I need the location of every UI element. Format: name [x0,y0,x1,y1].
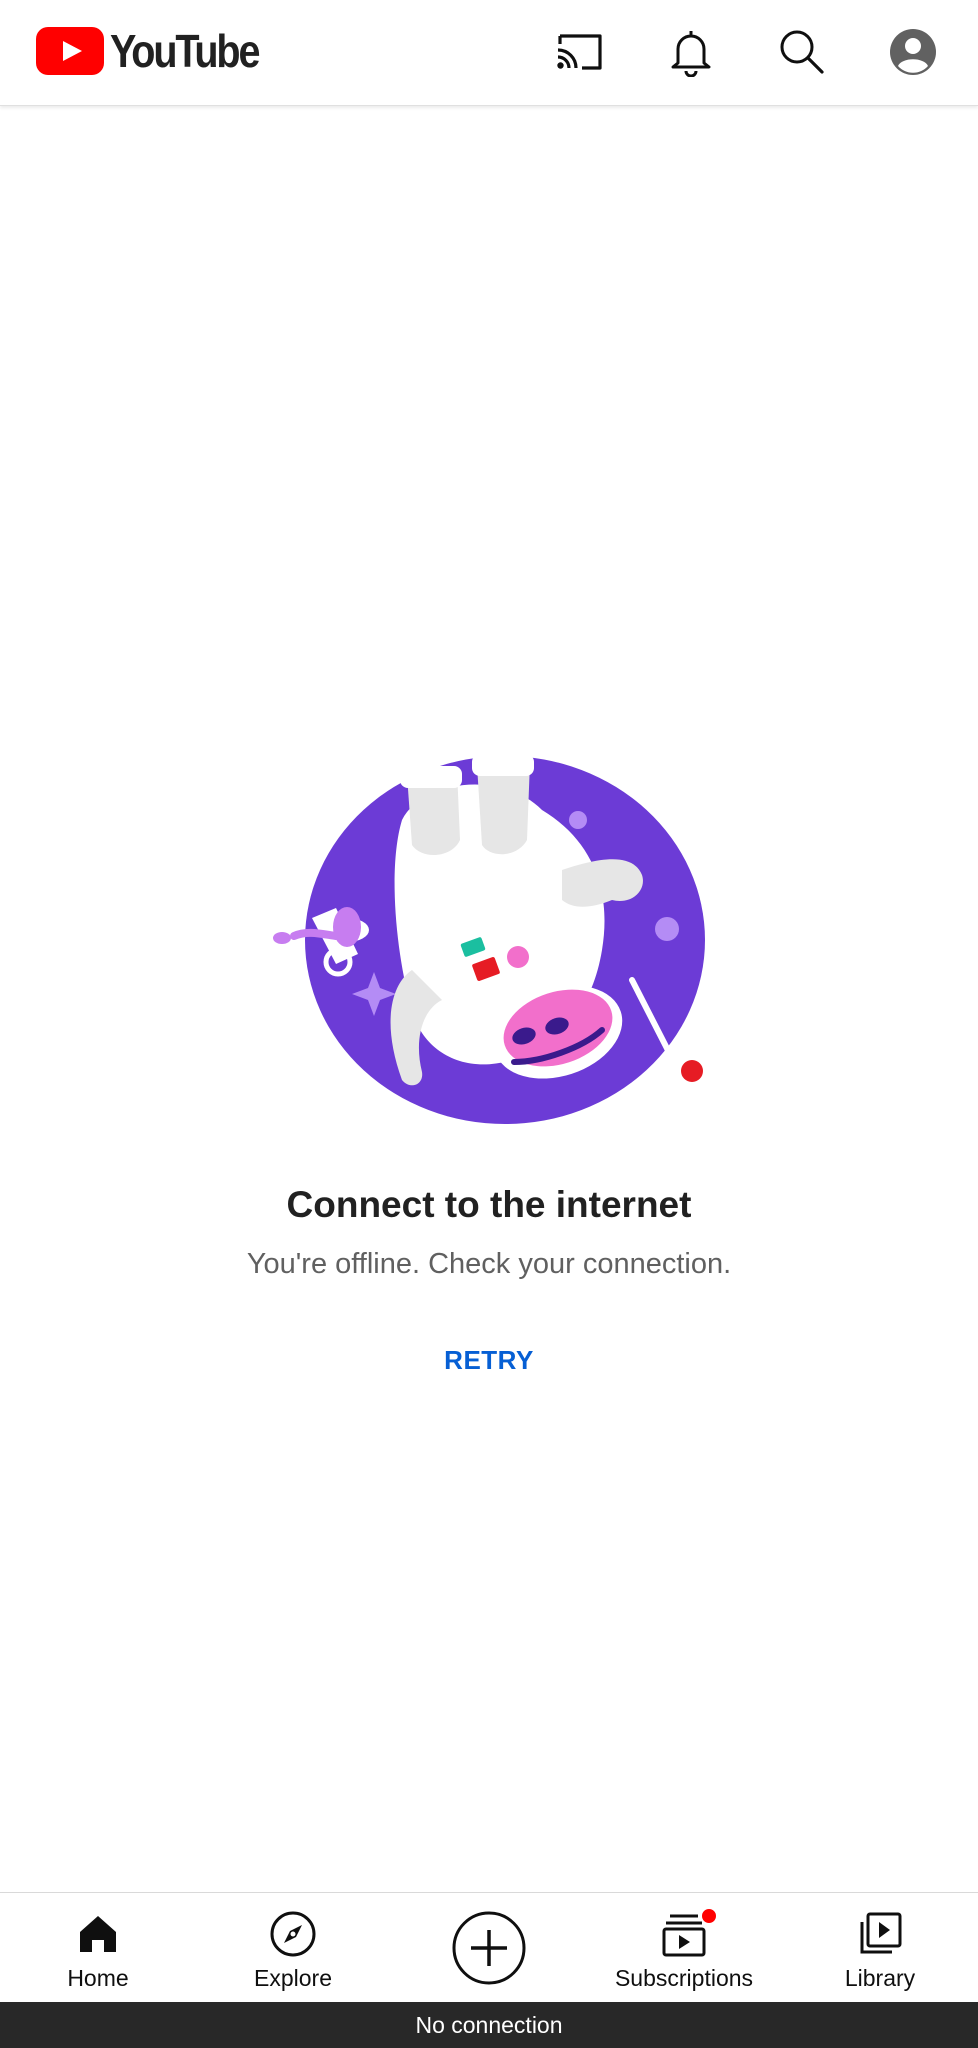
nav-item-subscriptions[interactable]: Subscriptions [599,1893,769,2003]
connection-status-text: No connection [415,2011,563,2038]
account-button[interactable] [883,22,943,82]
create-plus-icon [452,1911,526,1985]
youtube-logo[interactable]: YouTube [36,25,282,77]
cast-icon [557,34,602,70]
nav-label-explore: Explore [254,1965,332,1991]
retry-button[interactable]: RETRY [409,1334,569,1386]
connection-status-bar: No connection [0,2002,978,2048]
nav-item-library[interactable]: Library [830,1893,930,2003]
offline-illustration [262,740,722,1140]
youtube-wordmark: YouTube [110,25,260,77]
bell-icon [671,31,711,77]
nav-label-subscriptions: Subscriptions [614,1965,754,1991]
search-button[interactable] [772,22,832,82]
subscriptions-notification-dot [700,1907,718,1925]
top-app-bar: YouTube [0,0,978,106]
offline-astronaut-illustration [273,754,705,1124]
youtube-play-logo-icon [36,27,104,75]
nav-label-home: Home [67,1965,129,1991]
notifications-button[interactable] [661,22,721,82]
offline-message: You're offline. Check your connection. [246,1248,732,1280]
search-icon [780,30,824,74]
account-icon [890,29,936,75]
home-icon [80,1916,116,1952]
nav-item-explore[interactable]: Explore [230,1893,356,2003]
offline-title: Connect to the internet [286,1184,692,1225]
nav-item-home[interactable]: Home [48,1893,148,2003]
cast-button[interactable] [550,22,610,82]
library-icon [860,1912,902,1954]
create-button[interactable] [451,1910,527,1986]
nav-label-library: Library [844,1965,916,1991]
compass-icon [270,1911,316,1957]
